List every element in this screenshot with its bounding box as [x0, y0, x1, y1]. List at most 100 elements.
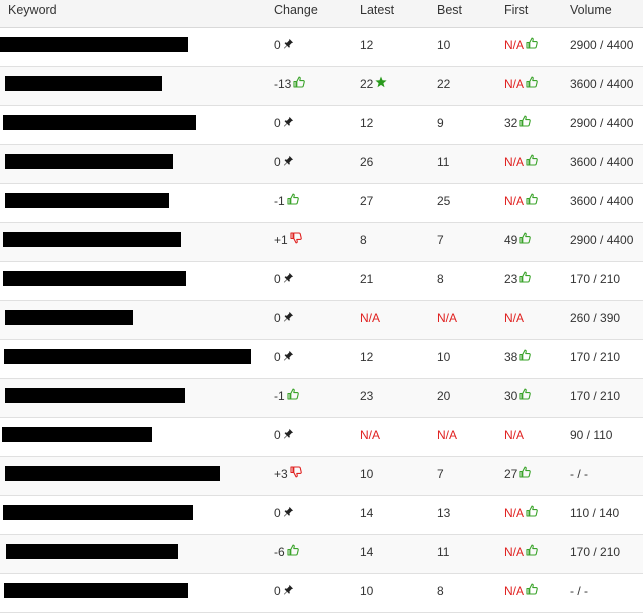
volume-cell: 3600 / 4400	[570, 184, 633, 222]
volume-cell: 260 / 390	[570, 301, 620, 339]
table-row[interactable]: 0 12 9 32 2900 / 4400	[0, 106, 643, 145]
thumbs-up-icon	[526, 28, 538, 62]
redacted-keyword	[2, 427, 152, 442]
first-value: 23	[504, 272, 518, 286]
thumbs-down-icon	[290, 457, 302, 491]
pin-icon	[283, 106, 294, 140]
best-value: 7	[437, 233, 444, 247]
redacted-keyword	[6, 544, 178, 559]
best-cell: 7	[437, 457, 444, 495]
redacted-keyword	[5, 466, 220, 481]
volume-value: 3600 / 4400	[570, 194, 634, 208]
best-value: N/A	[437, 428, 458, 442]
volume-value: 90 / 110	[570, 428, 613, 442]
redacted-keyword	[5, 154, 173, 169]
latest-cell: 10	[360, 457, 373, 495]
redacted-keyword	[3, 115, 196, 130]
table-row[interactable]: 0 14 13 N/A 110 / 140	[0, 496, 643, 535]
redacted-keyword	[5, 193, 169, 208]
volume-cell: 3600 / 4400	[570, 67, 633, 105]
volume-cell: 110 / 140	[570, 496, 619, 534]
change-value: 0	[274, 116, 281, 130]
first-cell: 32	[504, 106, 532, 144]
first-cell: 38	[504, 340, 532, 378]
best-value: 8	[437, 272, 444, 286]
table-row[interactable]: 0 12 10 N/A 2900 / 4400	[0, 28, 643, 67]
first-cell: N/A	[504, 28, 538, 66]
thumbs-up-icon	[519, 340, 532, 374]
table-row[interactable]: +1 8 7 49 2900 / 4400	[0, 223, 643, 262]
thumbs-up-icon	[519, 262, 532, 296]
latest-value: N/A	[360, 428, 381, 442]
table-row[interactable]: 0 10 8 N/A - / -	[0, 574, 643, 613]
table-row[interactable]: 0 N/A N/A N/A 260 / 390	[0, 301, 643, 340]
change-value: 0	[274, 506, 281, 520]
volume-value: 2900 / 4400	[570, 233, 634, 247]
best-cell: N/A	[437, 301, 457, 339]
header-keyword[interactable]: Keyword	[8, 0, 57, 28]
change-cell: -6	[274, 535, 299, 573]
change-value: +3	[274, 467, 288, 481]
latest-value: 26	[360, 155, 374, 169]
table-row[interactable]: 0 21 8 23 170 / 210	[0, 262, 643, 301]
change-cell: 0	[274, 262, 294, 300]
latest-value: 12	[360, 350, 374, 364]
latest-cell: 27	[360, 184, 373, 222]
header-latest[interactable]: Latest	[360, 0, 394, 28]
star-icon	[375, 67, 387, 101]
thumbs-up-icon	[526, 535, 538, 569]
latest-value: 8	[360, 233, 367, 247]
first-value: N/A	[504, 545, 525, 559]
change-cell: +1	[274, 223, 302, 261]
first-cell: N/A	[504, 145, 538, 183]
table-row[interactable]: -6 14 11 N/A 170 / 210	[0, 535, 643, 574]
volume-value: 110 / 140	[570, 506, 620, 520]
thumbs-up-icon	[519, 223, 532, 257]
latest-cell: 12	[360, 28, 373, 66]
best-cell: 10	[437, 28, 450, 66]
volume-cell: 2900 / 4400	[570, 223, 633, 261]
change-value: -13	[274, 77, 292, 91]
header-volume[interactable]: Volume	[570, 0, 612, 28]
volume-cell: 170 / 210	[570, 535, 620, 573]
best-value: 11	[437, 155, 450, 169]
table-row[interactable]: 0 12 10 38 170 / 210	[0, 340, 643, 379]
thumbs-up-icon	[526, 184, 538, 218]
best-cell: N/A	[437, 418, 457, 456]
table-row[interactable]: -1 23 20 30 170 / 210	[0, 379, 643, 418]
table-row[interactable]: -13 22 22 N/A 3600 / 4400	[0, 67, 643, 106]
change-cell: 0	[274, 106, 294, 144]
redacted-keyword	[3, 505, 193, 520]
change-value: 0	[274, 155, 281, 169]
header-first[interactable]: First	[504, 0, 528, 28]
volume-cell: - / -	[570, 574, 588, 612]
volume-value: 2900 / 4400	[570, 38, 634, 52]
volume-value: 3600 / 4400	[570, 77, 634, 91]
best-cell: 10	[437, 340, 450, 378]
table-row[interactable]: +3 10 7 27 - / -	[0, 457, 643, 496]
first-value: N/A	[504, 155, 525, 169]
best-value: 10	[437, 350, 451, 364]
change-value: 0	[274, 272, 281, 286]
latest-value: 12	[360, 116, 374, 130]
pin-icon	[283, 28, 294, 62]
volume-cell: - / -	[570, 457, 588, 495]
volume-value: - / -	[570, 584, 588, 598]
pin-icon	[283, 340, 294, 374]
thumbs-up-icon	[287, 535, 299, 569]
first-cell: N/A	[504, 574, 538, 612]
latest-cell: 14	[360, 496, 373, 534]
first-cell: N/A	[504, 496, 538, 534]
header-best[interactable]: Best	[437, 0, 462, 28]
table-row[interactable]: 0 N/A N/A N/A 90 / 110	[0, 418, 643, 457]
change-cell: 0	[274, 496, 294, 534]
latest-cell: N/A	[360, 301, 380, 339]
header-change[interactable]: Change	[274, 0, 318, 28]
latest-cell: 26	[360, 145, 373, 183]
redacted-keyword	[3, 271, 186, 286]
table-row[interactable]: -1 27 25 N/A 3600 / 4400	[0, 184, 643, 223]
table-row[interactable]: 0 26 11 N/A 3600 / 4400	[0, 145, 643, 184]
volume-value: 3600 / 4400	[570, 155, 634, 169]
change-cell: 0	[274, 418, 294, 456]
first-cell: 30	[504, 379, 532, 417]
